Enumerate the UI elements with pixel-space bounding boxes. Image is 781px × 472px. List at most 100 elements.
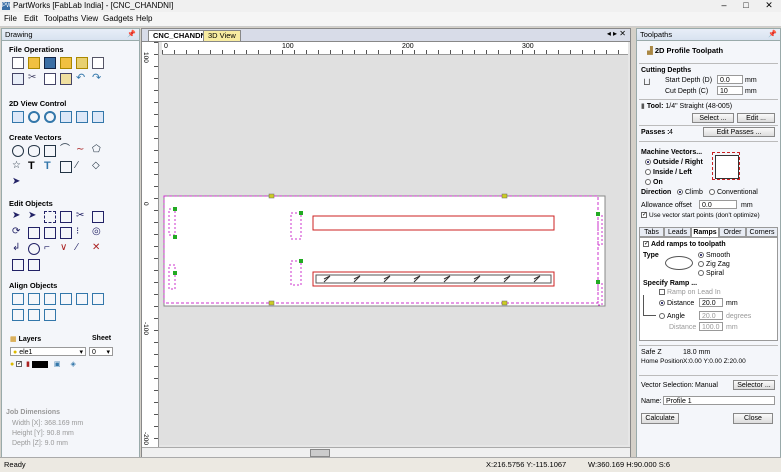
ramp-distance2-input[interactable]: 100.0 — [699, 322, 723, 331]
view-nav-icons[interactable]: ◂ ▸ ✕ — [607, 29, 626, 38]
layer-color-swatch[interactable] — [31, 360, 48, 368]
layer-select[interactable]: ● ele1 ▾ — [10, 347, 86, 356]
close-window-button[interactable]: ✕ — [758, 0, 780, 12]
cut-icon[interactable]: ✂ — [28, 73, 40, 85]
angle-radio[interactable]: Angle — [659, 313, 685, 320]
tab-3d-view[interactable]: 3D View — [203, 30, 241, 41]
lock-icon[interactable]: ▮ — [26, 361, 30, 368]
subtract-icon[interactable]: ⌐ — [44, 243, 56, 255]
polygon-icon[interactable]: ⬠ — [92, 145, 104, 157]
align-top-icon[interactable] — [92, 293, 104, 305]
zoom-job-icon[interactable] — [92, 111, 104, 123]
add-ramps-checkbox[interactable]: ✓ Add ramps to toolpath — [643, 241, 726, 248]
edit-passes-button[interactable]: Edit Passes ... — [703, 127, 775, 137]
drawing-canvas[interactable] — [159, 55, 628, 445]
rotate-icon[interactable]: ⟳ — [12, 227, 24, 239]
lightbulb-icon[interactable]: ● — [10, 361, 14, 368]
zigzag-radio[interactable]: Zig Zag — [698, 261, 730, 268]
import-icon[interactable] — [60, 57, 72, 69]
minimize-button[interactable]: – — [713, 0, 735, 12]
open-folder-icon[interactable] — [28, 57, 40, 69]
new-file-icon[interactable] — [12, 57, 24, 69]
text-on-curve-icon[interactable]: T — [44, 161, 56, 173]
draw-line-icon[interactable]: ∕ — [76, 161, 88, 173]
rectangle-icon[interactable] — [44, 145, 56, 157]
handle-green[interactable] — [173, 207, 177, 211]
handle-green[interactable] — [299, 259, 303, 263]
distort-icon[interactable] — [44, 227, 56, 239]
nest-icon[interactable] — [28, 259, 40, 271]
menu-file[interactable]: File — [4, 14, 17, 23]
transform-icon[interactable] — [44, 211, 56, 223]
sheet-nest-icon[interactable]: ◈ — [70, 361, 75, 368]
tab-leads[interactable]: Leads — [664, 227, 691, 237]
scale-icon[interactable] — [92, 211, 104, 223]
arc-icon[interactable] — [60, 161, 72, 173]
move-icon[interactable] — [60, 211, 72, 223]
bounding-box-icon[interactable] — [12, 259, 24, 271]
pin-icon[interactable]: 📌 — [127, 29, 136, 40]
ramp-on-lead-checkbox[interactable]: Ramp on Lead In — [659, 289, 721, 296]
mirror-icon[interactable] — [28, 227, 40, 239]
handle-green[interactable] — [596, 212, 600, 216]
toolpath-name-input[interactable]: Profile 1 — [663, 396, 775, 405]
zoom-out-icon[interactable] — [44, 111, 56, 123]
inside-left-radio[interactable]: Inside / Left — [645, 169, 692, 176]
close-vector-icon[interactable]: ∨ — [60, 243, 72, 255]
handle-yellow[interactable] — [268, 193, 275, 199]
menu-help[interactable]: Help — [136, 14, 152, 23]
zoom-in-icon[interactable] — [28, 111, 40, 123]
weld-icon[interactable]: ◎ — [92, 227, 104, 239]
horizontal-scrollbar[interactable] — [142, 447, 630, 457]
align-left-icon[interactable] — [60, 293, 72, 305]
space-horizontal-icon[interactable] — [28, 309, 40, 321]
menu-toolpaths[interactable]: Toolpaths — [44, 14, 78, 23]
handle-green[interactable] — [173, 235, 177, 239]
layer-properties-icon[interactable]: ▣ — [54, 361, 61, 368]
text-icon[interactable]: T — [28, 161, 40, 173]
scissors-icon[interactable]: ✂ — [76, 211, 88, 223]
align-center-icon[interactable] — [12, 293, 24, 305]
calculate-button[interactable]: Calculate — [641, 413, 679, 424]
edit-tool-button[interactable]: Edit ... — [737, 113, 775, 123]
distance-radio[interactable]: Distance — [659, 300, 694, 307]
allowance-input[interactable]: 0.0 — [699, 200, 737, 209]
menu-view[interactable]: View — [81, 14, 98, 23]
align-vertical-icon[interactable] — [44, 293, 56, 305]
selector-button[interactable]: Selector ... — [733, 380, 775, 390]
maximize-button[interactable]: □ — [735, 0, 757, 12]
polyline-icon[interactable]: ⌒ — [60, 145, 72, 157]
paste-icon[interactable] — [60, 73, 72, 85]
tab-corners[interactable]: Corners — [746, 227, 778, 237]
undo-icon[interactable]: ↶ — [76, 73, 88, 85]
spiral-radio[interactable]: Spiral — [698, 270, 724, 277]
sheet-select[interactable]: 0 ▾ — [89, 347, 113, 356]
select-tool-button[interactable]: Select ... — [692, 113, 734, 123]
select-icon[interactable]: ➤ — [12, 211, 24, 223]
align-bottom-icon[interactable] — [12, 309, 24, 321]
ellipse-icon[interactable] — [28, 145, 40, 157]
join-icon[interactable] — [28, 243, 40, 255]
import-bitmap-icon[interactable] — [76, 57, 88, 69]
handle-yellow[interactable] — [268, 300, 275, 306]
handle-yellow[interactable] — [501, 300, 508, 306]
delete-icon[interactable]: ✕ — [92, 243, 104, 255]
node-edit-icon[interactable]: ➤ — [12, 177, 24, 189]
circle-icon[interactable] — [12, 145, 24, 157]
redo-icon[interactable]: ↷ — [92, 73, 104, 85]
tab-order[interactable]: Order — [719, 227, 746, 237]
handle-green[interactable] — [173, 271, 177, 275]
on-radio[interactable]: On — [645, 179, 663, 186]
node-select-icon[interactable]: ➤ — [28, 211, 40, 223]
handle-green[interactable] — [596, 280, 600, 284]
climb-radio[interactable]: Climb — [677, 189, 703, 196]
use-start-points-checkbox[interactable]: ✓ Use vector start points (don't optimize… — [641, 212, 760, 219]
handle-green[interactable] — [299, 211, 303, 215]
space-vertical-icon[interactable] — [44, 309, 56, 321]
scroll-thumb[interactable] — [310, 449, 330, 457]
align-horizontal-icon[interactable] — [28, 293, 40, 305]
conventional-radio[interactable]: Conventional — [709, 189, 758, 196]
pin-icon[interactable]: 📌 — [768, 29, 777, 40]
cut-depth-input[interactable]: 10 — [717, 86, 743, 95]
curve-icon[interactable]: ∼ — [76, 145, 88, 157]
